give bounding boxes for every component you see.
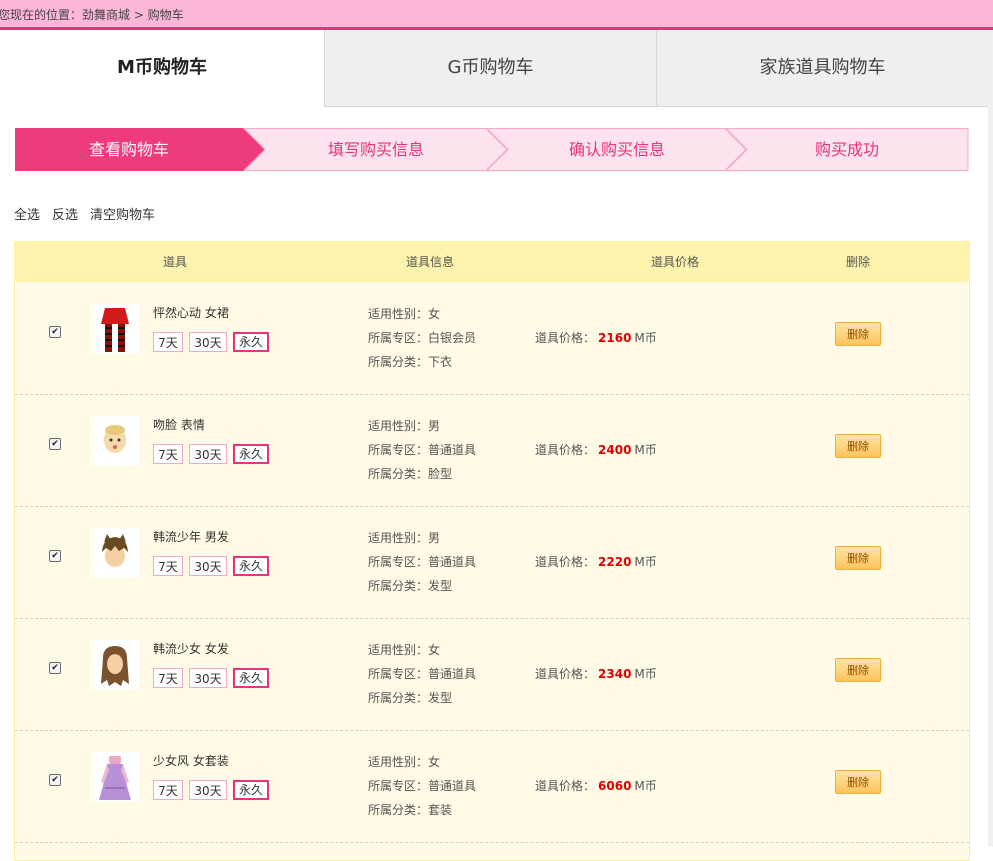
item-name: 怦然心动 女裙	[153, 306, 229, 320]
column-info: 道具信息	[405, 255, 454, 269]
step-label: 购买成功	[814, 140, 879, 159]
table-row: ✔ 少女风 女套装 7天 30天 永久 适用性别：女 所属专区：普通道具 所属分…	[15, 730, 969, 843]
invert-selection-link[interactable]: 反选	[52, 208, 78, 223]
item-category: 所属分类：套装	[368, 803, 453, 817]
step-label: 填写购买信息	[327, 140, 424, 159]
table-row: ✔ 韩流少年 男发 7天 30天 永久 适用性别：男 所属专区：普通道具 所属分…	[15, 506, 969, 619]
purchase-steps: 查看购物车 填写购买信息 确认购买信息 购买成功	[15, 128, 969, 171]
item-zone: 所属专区：白银会员	[368, 331, 477, 345]
top-bar: 您现在的位置：劲舞商城 > 购物车	[0, 0, 993, 30]
column-item: 道具	[162, 255, 187, 269]
item-gender: 适用性别：女	[368, 643, 441, 657]
tab-family-item-cart[interactable]: 家族道具购物车	[657, 30, 988, 106]
table-row: ✔ 韩流少女 女发 7天 30天 永久 适用性别：女 所属专区：普通道具 所属分…	[15, 618, 969, 731]
breadcrumb: 您现在的位置：劲舞商城 > 购物车	[0, 8, 184, 22]
item-zone: 所属专区：普通道具	[368, 555, 477, 569]
delete-button[interactable]: 删除	[835, 434, 881, 458]
item-name: 少女风 女套装	[153, 754, 229, 768]
delete-button[interactable]: 删除	[835, 322, 881, 346]
table-row: ✔ 吻脸 表情 7天 30天 永久 适用性别：男 所属专区：普通道具 所属分类：…	[15, 394, 969, 507]
kiss-face-icon	[91, 416, 139, 466]
cart-tabs: M币购物车 G币购物车 家族道具购物车	[0, 30, 988, 107]
item-gender: 适用性别：男	[368, 531, 441, 545]
item-name: 韩流少女 女发	[153, 642, 229, 656]
item-gender: 适用性别：女	[368, 307, 441, 321]
select-all-link[interactable]: 全选	[14, 208, 40, 223]
item-category: 所属分类：发型	[368, 579, 453, 593]
duration-permanent-button[interactable]: 永久	[233, 444, 269, 464]
table-row: ✔ 怦然心动 女裙 7天 30天 永久 适用性别：女 所属专区：白银会员 所属分…	[15, 282, 969, 395]
item-price: 道具价格： 2400 M币	[535, 443, 657, 457]
step-confirm-info: 确认购买信息	[486, 128, 748, 171]
item-category: 所属分类：发型	[368, 691, 453, 705]
item-price: 道具价格： 2220 M币	[535, 555, 657, 569]
duration-7d-button[interactable]: 7天	[153, 444, 183, 464]
column-price: 道具价格	[650, 255, 699, 269]
item-checkbox[interactable]: ✔	[49, 326, 61, 338]
table-header: 道具 道具信息 道具价格 删除	[15, 242, 969, 282]
delete-button[interactable]: 删除	[835, 658, 881, 682]
item-gender: 适用性别：男	[368, 419, 441, 433]
scrollbar[interactable]	[988, 30, 993, 847]
duration-30d-button[interactable]: 30天	[189, 556, 227, 576]
item-name: 吻脸 表情	[153, 418, 205, 432]
duration-permanent-button[interactable]: 永久	[233, 668, 269, 688]
duration-7d-button[interactable]: 7天	[153, 556, 183, 576]
duration-permanent-button[interactable]: 永久	[233, 556, 269, 576]
duration-7d-button[interactable]: 7天	[153, 780, 183, 800]
step-success: 购买成功	[725, 128, 969, 171]
female-hair-icon	[91, 640, 139, 690]
red-skirt-icon	[91, 304, 139, 354]
item-price: 道具价格： 2160 M币	[535, 331, 657, 345]
item-checkbox[interactable]: ✔	[49, 438, 61, 450]
item-zone: 所属专区：普通道具	[368, 779, 477, 793]
column-delete: 删除	[845, 255, 870, 269]
item-price: 道具价格： 2340 M币	[535, 667, 657, 681]
item-price: 道具价格： 6060 M币	[535, 779, 657, 793]
duration-7d-button[interactable]: 7天	[153, 668, 183, 688]
delete-button[interactable]: 删除	[835, 770, 881, 794]
item-category: 所属分类：下衣	[368, 355, 453, 369]
item-category: 所属分类：脸型	[368, 467, 453, 481]
item-gender: 适用性别：女	[368, 755, 441, 769]
male-hair-icon	[91, 528, 139, 578]
duration-30d-button[interactable]: 30天	[189, 780, 227, 800]
delete-button[interactable]: 删除	[835, 546, 881, 570]
item-checkbox[interactable]: ✔	[49, 774, 61, 786]
step-view-cart: 查看购物车	[15, 128, 265, 171]
girl-outfit-icon	[91, 752, 139, 802]
duration-permanent-button[interactable]: 永久	[233, 332, 269, 352]
step-fill-info: 填写购买信息	[243, 128, 509, 171]
clear-cart-link[interactable]: 清空购物车	[90, 208, 155, 223]
item-zone: 所属专区：普通道具	[368, 443, 477, 457]
tab-g-coin-cart[interactable]: G币购物车	[325, 30, 657, 106]
duration-30d-button[interactable]: 30天	[189, 668, 227, 688]
step-label: 查看购物车	[88, 140, 169, 159]
duration-30d-button[interactable]: 30天	[189, 332, 227, 352]
duration-permanent-button[interactable]: 永久	[233, 780, 269, 800]
cart-table: 道具 道具信息 道具价格 删除 ✔ 怦然心动 女裙 7天 30天 永久 适用性别…	[14, 241, 970, 861]
item-checkbox[interactable]: ✔	[49, 550, 61, 562]
duration-30d-button[interactable]: 30天	[189, 444, 227, 464]
item-name: 韩流少年 男发	[153, 530, 229, 544]
item-zone: 所属专区：普通道具	[368, 667, 477, 681]
item-checkbox[interactable]: ✔	[49, 662, 61, 674]
duration-7d-button[interactable]: 7天	[153, 332, 183, 352]
step-label: 确认购买信息	[568, 140, 665, 159]
cart-actions: 全选 反选 清空购物车	[14, 204, 167, 223]
tab-m-coin-cart[interactable]: M币购物车	[0, 30, 325, 107]
